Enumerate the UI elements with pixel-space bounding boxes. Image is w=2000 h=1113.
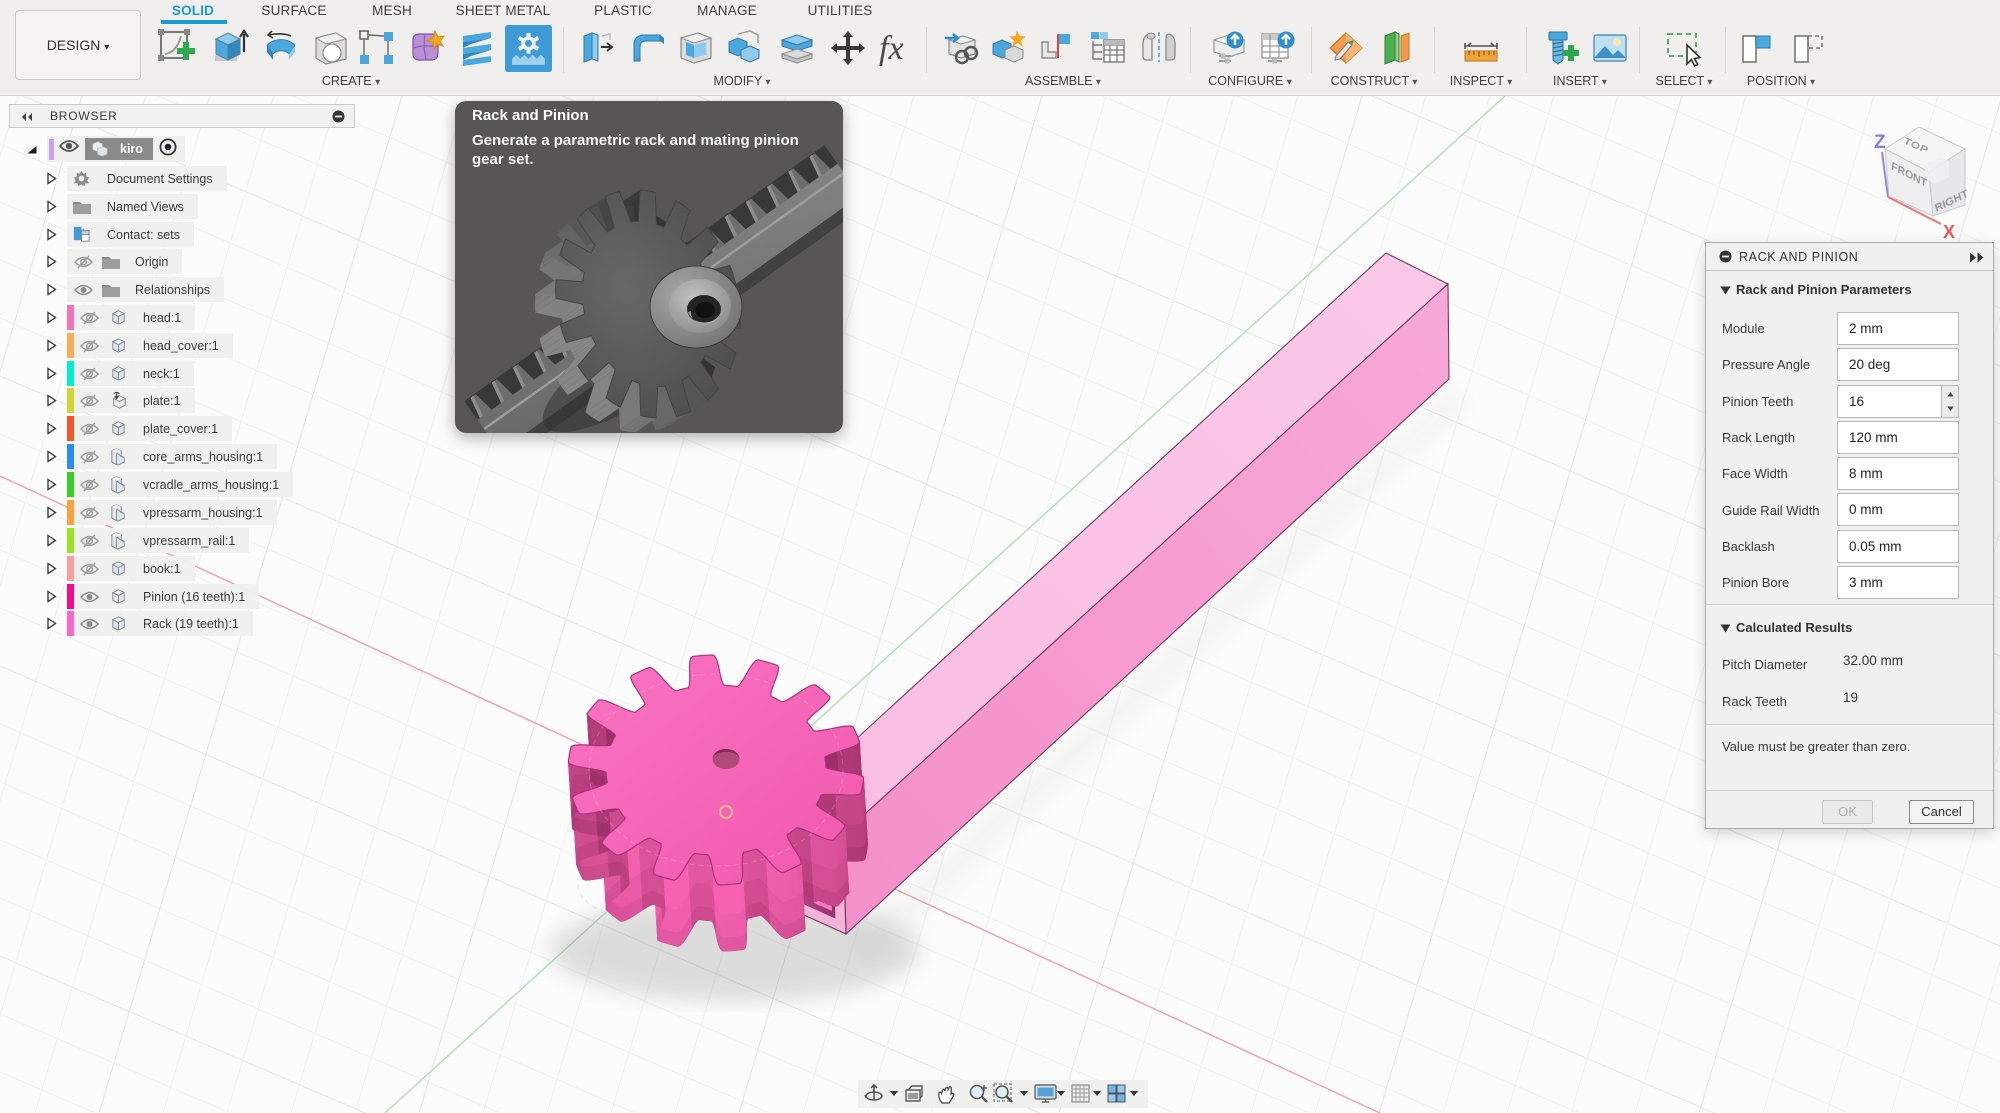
svg-text:Z: Z (1874, 132, 1886, 153)
svg-text:X: X (1943, 222, 1955, 242)
svg-text:fx: fx (879, 30, 904, 67)
